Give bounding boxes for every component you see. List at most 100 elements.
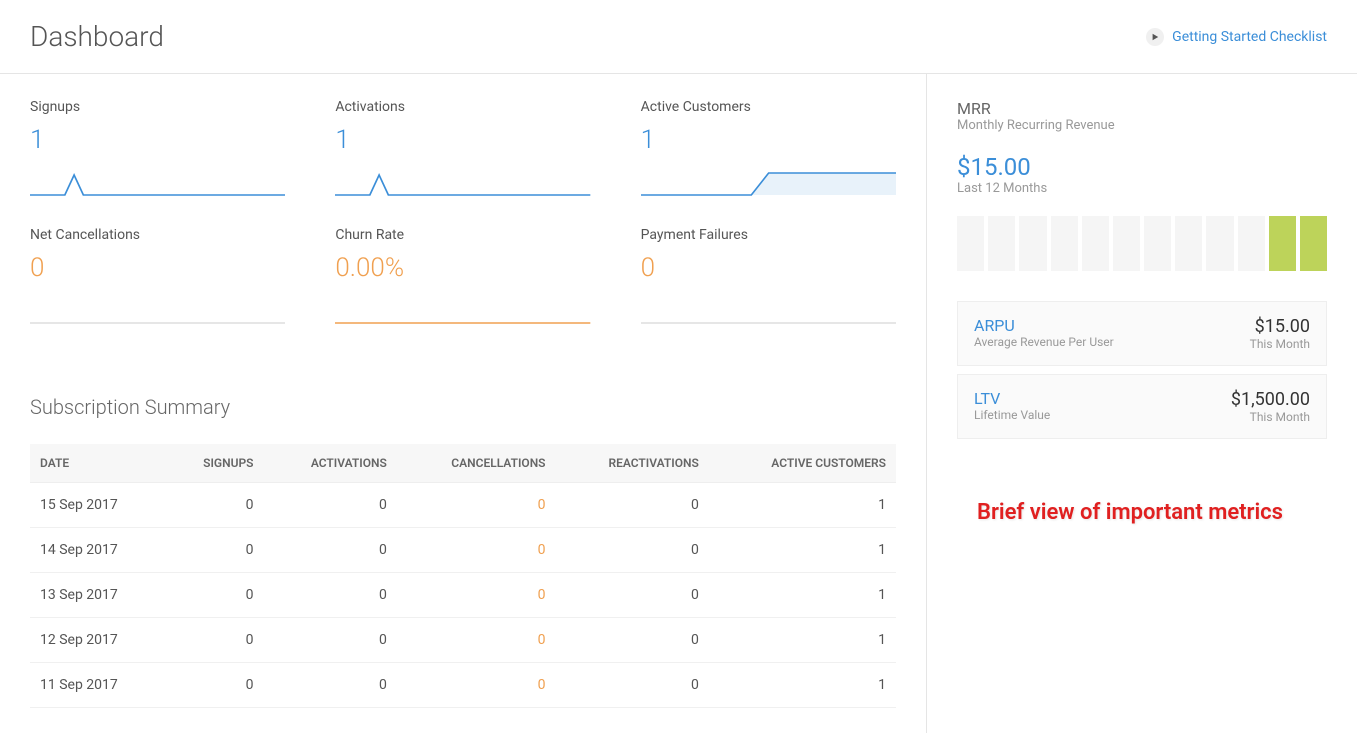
stat-period: This Month (1250, 337, 1310, 351)
metric-card[interactable]: Churn Rate 0.00% (335, 227, 590, 325)
table-cell: 1 (709, 663, 896, 708)
table-cell: 0 (166, 483, 264, 528)
main-right: MRR Monthly Recurring Revenue $15.00 Las… (927, 74, 1357, 733)
table-cell: 1 (709, 618, 896, 663)
table-cell: 0 (264, 663, 397, 708)
metric-card[interactable]: Signups 1 (30, 99, 285, 197)
metric-value: 0.00% (335, 253, 590, 283)
table-cell: 0 (166, 573, 264, 618)
stat-period: This Month (1231, 410, 1310, 424)
table-row[interactable]: 15 Sep 201700001 (30, 483, 896, 528)
sparkline (335, 167, 590, 197)
table-cell: 0 (556, 663, 709, 708)
annotation-text: Brief view of important metrics (957, 499, 1327, 528)
mrr-title: MRR (957, 99, 1327, 118)
metric-card[interactable]: Activations 1 (335, 99, 590, 197)
table-cell: 0 (166, 528, 264, 573)
table-cell: 11 Sep 2017 (30, 663, 166, 708)
table-cell: 15 Sep 2017 (30, 483, 166, 528)
summary-table: DATESIGNUPSACTIVATIONSCANCELLATIONSREACT… (30, 444, 896, 708)
table-cell: 0 (166, 618, 264, 663)
stat-abbr: LTV (974, 389, 1050, 408)
page-header: Dashboard Getting Started Checklist (0, 0, 1357, 74)
table-cell: 12 Sep 2017 (30, 618, 166, 663)
metric-card[interactable]: Payment Failures 0 (641, 227, 896, 325)
metric-label: Signups (30, 99, 285, 115)
metric-label: Net Cancellations (30, 227, 285, 243)
table-cell: 0 (397, 573, 556, 618)
metric-value: 0 (30, 253, 285, 283)
mrr-value: $15.00 (957, 153, 1327, 181)
metric-value: 1 (30, 125, 285, 155)
sparkline (641, 295, 896, 325)
sparkline (30, 295, 285, 325)
metric-label: Churn Rate (335, 227, 590, 243)
mrr-bar (988, 216, 1015, 271)
table-cell: 0 (264, 618, 397, 663)
mrr-bar (1144, 216, 1171, 271)
table-cell: 0 (556, 528, 709, 573)
mrr-bar (1175, 216, 1202, 271)
metric-label: Payment Failures (641, 227, 896, 243)
stat-box[interactable]: ARPUAverage Revenue Per User $15.00This M… (957, 301, 1327, 366)
metric-label: Active Customers (641, 99, 896, 115)
stat-abbr: ARPU (974, 316, 1114, 335)
sparkline (30, 167, 285, 197)
metric-card[interactable]: Active Customers 1 (641, 99, 896, 197)
table-cell: 0 (264, 528, 397, 573)
table-cell: 14 Sep 2017 (30, 528, 166, 573)
stat-box[interactable]: LTVLifetime Value $1,500.00This Month (957, 374, 1327, 439)
stat-value: $15.00 (1250, 316, 1310, 337)
table-header[interactable]: ACTIVATIONS (264, 444, 397, 483)
table-row[interactable]: 14 Sep 201700001 (30, 528, 896, 573)
mrr-bar (1051, 216, 1078, 271)
mrr-bar (1113, 216, 1140, 271)
table-cell: 0 (397, 483, 556, 528)
table-cell: 13 Sep 2017 (30, 573, 166, 618)
getting-started-link[interactable]: Getting Started Checklist (1146, 28, 1327, 46)
mrr-bar (1269, 216, 1296, 271)
metrics-grid: Signups 1 Activations 1 Active Customers 1 Net… (30, 99, 896, 325)
mrr-bar (1206, 216, 1233, 271)
table-cell: 0 (556, 483, 709, 528)
table-header[interactable]: ACTIVE CUSTOMERS (709, 444, 896, 483)
sparkline (641, 167, 896, 197)
page-title: Dashboard (30, 20, 164, 53)
play-icon (1146, 28, 1164, 46)
mrr-bar (1238, 216, 1265, 271)
table-cell: 0 (556, 618, 709, 663)
stat-value: $1,500.00 (1231, 389, 1310, 410)
sparkline (335, 295, 590, 325)
metric-label: Activations (335, 99, 590, 115)
table-row[interactable]: 11 Sep 201700001 (30, 663, 896, 708)
mrr-bar (1300, 216, 1327, 271)
table-cell: 0 (397, 663, 556, 708)
table-cell: 0 (556, 573, 709, 618)
table-header[interactable]: SIGNUPS (166, 444, 264, 483)
mrr-subtitle: Monthly Recurring Revenue (957, 118, 1327, 133)
metric-value: 1 (335, 125, 590, 155)
table-cell: 1 (709, 528, 896, 573)
mrr-bar (957, 216, 984, 271)
table-cell: 1 (709, 483, 896, 528)
mrr-period: Last 12 Months (957, 181, 1327, 196)
table-header[interactable]: REACTIVATIONS (556, 444, 709, 483)
metric-card[interactable]: Net Cancellations 0 (30, 227, 285, 325)
table-header[interactable]: CANCELLATIONS (397, 444, 556, 483)
table-row[interactable]: 13 Sep 201700001 (30, 573, 896, 618)
table-cell: 0 (397, 528, 556, 573)
getting-started-label: Getting Started Checklist (1172, 29, 1327, 45)
mrr-bar (1019, 216, 1046, 271)
table-cell: 0 (166, 663, 264, 708)
table-header[interactable]: DATE (30, 444, 166, 483)
stat-full: Average Revenue Per User (974, 335, 1114, 349)
metric-value: 0 (641, 253, 896, 283)
table-row[interactable]: 12 Sep 201700001 (30, 618, 896, 663)
mrr-bar-chart (957, 216, 1327, 271)
metric-value: 1 (641, 125, 896, 155)
stat-full: Lifetime Value (974, 408, 1050, 422)
mrr-bar (1082, 216, 1109, 271)
table-cell: 0 (397, 618, 556, 663)
summary-title: Subscription Summary (30, 395, 896, 419)
table-cell: 0 (264, 573, 397, 618)
